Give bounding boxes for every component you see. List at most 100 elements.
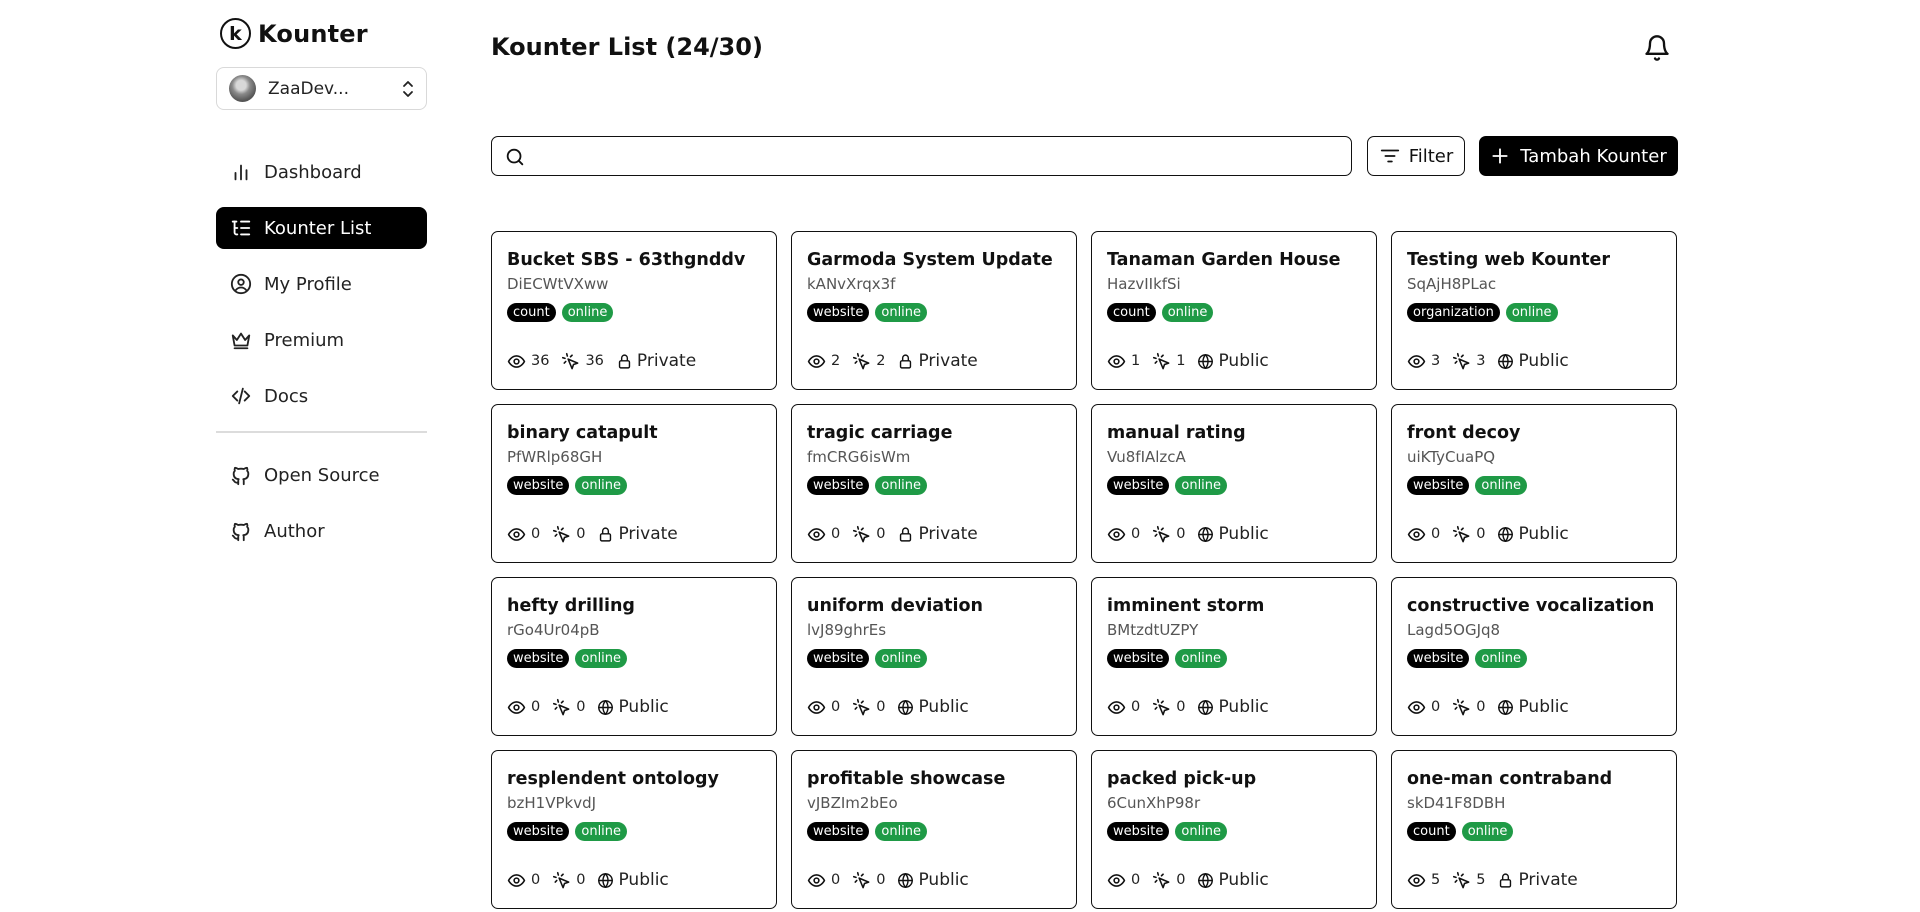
add-kounter-button[interactable]: Tambah Kounter [1479,136,1678,176]
kounter-card[interactable]: manual rating Vu8fIAlzcA website online … [1091,404,1377,563]
kounter-card[interactable]: hefty drilling rGo4Ur04pB website online… [491,577,777,736]
kounter-card[interactable]: packed pick-up 6CunXhP98r website online… [1091,750,1377,909]
sidebar-item-open-source[interactable]: Open Source [216,455,427,497]
sidebar-item-premium[interactable]: Premium [216,319,427,361]
eye-icon [1107,527,1126,541]
sidebar-item-docs[interactable]: Docs [216,375,427,417]
views-count: 0 [1431,699,1441,715]
visibility-label: Public [1518,524,1569,544]
filter-button[interactable]: Filter [1367,136,1465,176]
kounter-card[interactable]: Bucket SBS - 63thgnddv DiECWtVXww count … [491,231,777,390]
clicks-stat: 0 [552,871,585,890]
views-stat: 0 [807,871,840,890]
type-badge: website [807,476,870,495]
views-stat: 2 [807,352,840,371]
clicks-count: 5 [1476,872,1486,888]
globe-icon [1498,699,1514,715]
status-badge: online [1505,303,1558,322]
kounter-card[interactable]: constructive vocalization Lagd5OGJq8 web… [1391,577,1677,736]
views-stat: 0 [507,871,540,890]
eye-icon [807,354,826,368]
visibility-stat: Public [897,870,969,890]
views-count: 0 [831,872,841,888]
type-badge: website [1107,822,1170,841]
eye-icon [1407,527,1426,541]
kounter-title: Testing web Kounter [1407,250,1611,270]
stats-row: 0 0 Public [1107,870,1269,890]
account-switcher[interactable]: ZaaDev... [216,67,427,110]
sidebar-item-author[interactable]: Author [216,511,427,553]
kounter-card[interactable]: one-man contraband skD41F8DBH count onli… [1391,750,1677,909]
kounter-id: uiKTyCuaPQ [1407,448,1496,466]
kounter-card[interactable]: Garmoda System Update kANvXrqx3f website… [791,231,1077,390]
cursor-click-icon [1453,525,1470,542]
kounter-card[interactable]: tragic carriage fmCRG6isWm website onlin… [791,404,1077,563]
search-input[interactable] [536,141,1336,171]
visibility-label: Private [918,524,978,544]
eye-icon [1107,354,1126,368]
clicks-count: 0 [876,526,886,542]
kounter-id: PfWRlp68GH [507,448,603,466]
visibility-label: Public [618,870,669,890]
visibility-label: Public [618,697,669,717]
clicks-stat: 36 [561,352,604,371]
globe-icon [1198,353,1214,369]
globe-icon [1198,526,1214,542]
kounter-id: skD41F8DBH [1407,794,1506,812]
kounter-card[interactable]: profitable showcase vJBZIm2bEo website o… [791,750,1077,909]
clicks-stat: 0 [852,525,885,544]
eye-icon [1107,700,1126,714]
status-badge: online [875,822,928,841]
cursor-click-icon [1153,352,1170,369]
eye-icon [807,700,826,714]
sidebar-divider [216,431,427,433]
badge-row: count online [1107,303,1361,322]
add-kounter-label: Tambah Kounter [1520,145,1667,167]
cursor-click-icon [1153,698,1170,715]
status-badge: online [575,822,628,841]
sidebar: k Kounter ZaaDev... Dashboard Kounter Li… [216,0,427,912]
bell-icon[interactable] [1643,33,1671,63]
kounter-card[interactable]: front decoy uiKTyCuaPQ website online 0 … [1391,404,1677,563]
visibility-stat: Public [1197,351,1269,371]
visibility-label: Private [636,351,697,371]
visibility-label: Public [918,870,969,890]
clicks-count: 0 [1176,699,1186,715]
badge-row: website online [507,822,761,841]
badge-row: website online [1407,476,1661,495]
kounter-card[interactable]: binary catapult PfWRlp68GH website onlin… [491,404,777,563]
views-count: 36 [531,353,550,369]
stats-row: 0 0 Private [507,524,678,544]
kounter-grid: Bucket SBS - 63thgnddv DiECWtVXww count … [491,231,1678,909]
eye-icon [807,527,826,541]
sidebar-item-kounter-list[interactable]: Kounter List [216,207,427,249]
status-badge: online [575,649,628,668]
type-badge: count [507,303,556,322]
sidebar-item-dashboard[interactable]: Dashboard [216,151,427,193]
visibility-stat: Public [1197,524,1269,544]
stats-row: 3 3 Public [1407,351,1569,371]
visibility-label: Public [1518,351,1569,371]
kounter-id: Lagd5OGJq8 [1407,621,1501,639]
clicks-stat: 0 [1452,698,1485,717]
sidebar-item-label: Open Source [264,465,380,486]
kounter-card[interactable]: resplendent ontology bzH1VPkvdJ website … [491,750,777,909]
kounter-card[interactable]: Testing web Kounter SqAjH8PLac organizat… [1391,231,1677,390]
app-logo[interactable]: k Kounter [220,18,368,49]
type-badge: website [1407,476,1470,495]
kounter-id: 6CunXhP98r [1107,794,1201,812]
sidebar-item-my-profile[interactable]: My Profile [216,263,427,305]
kounter-card[interactable]: uniform deviation lvJ89ghrEs website onl… [791,577,1077,736]
logo-icon: k [220,18,251,49]
kounter-card[interactable]: Tanaman Garden House HazvIIkfSi count on… [1091,231,1377,390]
stats-row: 0 0 Public [807,697,969,717]
status-badge: online [1461,822,1514,841]
type-badge: website [1407,649,1470,668]
visibility-stat: Public [897,697,969,717]
visibility-stat: Private [1497,870,1578,890]
visibility-stat: Public [1497,697,1569,717]
kounter-id: BMtzdtUZPY [1107,621,1199,639]
kounter-card[interactable]: imminent storm BMtzdtUZPY website online… [1091,577,1377,736]
clicks-stat: 0 [1152,525,1185,544]
globe-icon [898,872,914,888]
